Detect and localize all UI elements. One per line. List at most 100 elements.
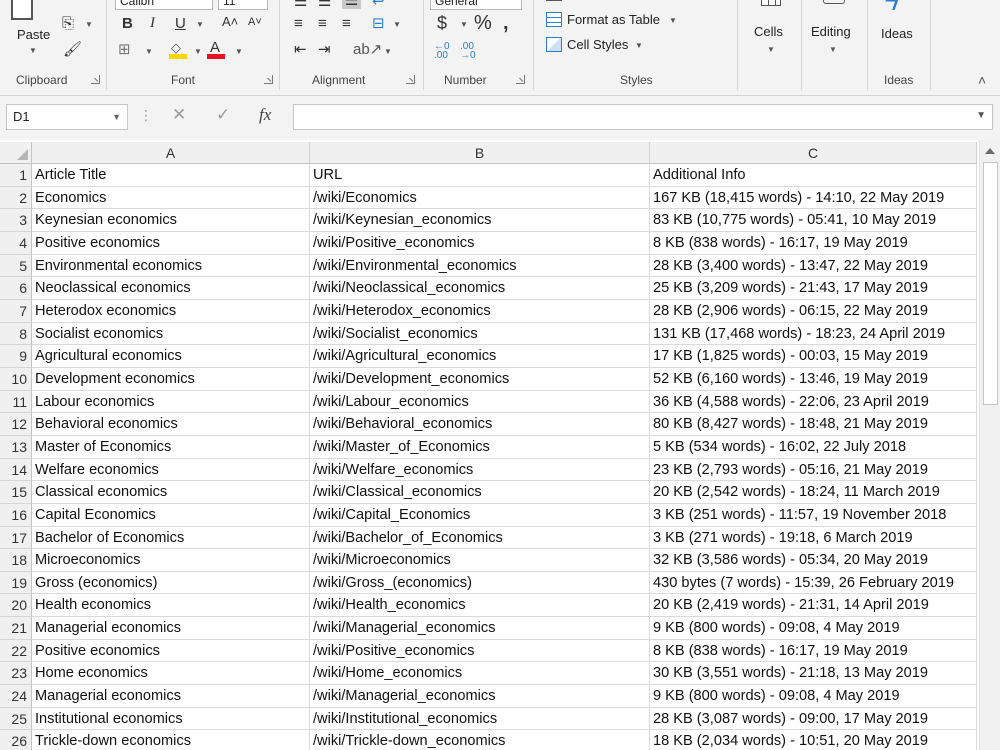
- cell-url[interactable]: /wiki/Managerial_economics: [310, 685, 650, 708]
- row-header[interactable]: 18: [0, 549, 32, 572]
- cell-url[interactable]: URL: [310, 164, 650, 187]
- name-box[interactable]: D1 ▼: [6, 104, 128, 130]
- cell-styles-button[interactable]: Cell Styles ▼: [545, 35, 655, 55]
- cell-url[interactable]: /wiki/Managerial_economics: [310, 617, 650, 640]
- row-header[interactable]: 16: [0, 503, 32, 527]
- cell-additional-info[interactable]: 9 KB (800 words) - 09:08, 4 May 2019: [650, 685, 977, 708]
- cell-url[interactable]: /wiki/Capital_Economics: [310, 503, 650, 527]
- cell-additional-info[interactable]: 30 KB (3,551 words) - 21:18, 13 May 2019: [650, 662, 977, 686]
- cell-additional-info[interactable]: 5 KB (534 words) - 16:02, 22 July 2018: [650, 435, 977, 459]
- ideas-button[interactable]: ϟ Ideas: [873, 0, 925, 64]
- number-format-combo[interactable]: General: [430, 0, 522, 10]
- cell-additional-info[interactable]: 18 KB (2,034 words) - 10:51, 20 May 2019: [650, 730, 977, 750]
- cell-additional-info[interactable]: 9 KB (800 words) - 09:08, 4 May 2019: [650, 617, 977, 640]
- cell-article-title[interactable]: Home economics: [32, 662, 310, 686]
- row-header[interactable]: 25: [0, 707, 32, 731]
- center-icon[interactable]: ≡: [318, 16, 327, 31]
- enter-icon[interactable]: ✓: [216, 105, 230, 125]
- cell-url[interactable]: /wiki/Bachelor_of_Economics: [310, 526, 650, 550]
- column-header-c[interactable]: C: [650, 142, 977, 164]
- bottom-align-icon[interactable]: ☰: [342, 0, 362, 9]
- insert-function-icon[interactable]: fx: [259, 105, 271, 125]
- italic-icon[interactable]: I: [150, 16, 155, 31]
- underline-icon[interactable]: U: [175, 16, 186, 31]
- collapse-ribbon-icon[interactable]: ˄: [978, 72, 986, 88]
- orientation-dropdown-arrow[interactable]: ▼: [384, 47, 392, 56]
- cell-url[interactable]: /wiki/Heterodox_economics: [310, 299, 650, 323]
- increase-decimal-icon[interactable]: ←0.00: [434, 42, 450, 61]
- middle-align-icon[interactable]: ☰: [318, 0, 331, 9]
- cell-url[interactable]: /wiki/Positive_economics: [310, 231, 650, 255]
- cell-additional-info[interactable]: 8 KB (838 words) - 16:17, 19 May 2019: [650, 231, 977, 255]
- cell-url[interactable]: /wiki/Health_economics: [310, 594, 650, 618]
- row-header[interactable]: 6: [0, 277, 32, 300]
- cell-additional-info[interactable]: 23 KB (2,793 words) - 05:16, 21 May 2019: [650, 458, 977, 482]
- row-header[interactable]: 22: [0, 639, 32, 663]
- cell-additional-info[interactable]: Additional Info: [650, 164, 977, 187]
- increase-font-size-icon[interactable]: A˄: [222, 15, 238, 28]
- row-header[interactable]: 19: [0, 571, 32, 595]
- clipboard-dialog-launcher-icon[interactable]: [91, 75, 100, 84]
- percent-style-icon[interactable]: %: [474, 13, 492, 33]
- accounting-format-icon[interactable]: $: [437, 14, 447, 32]
- row-header[interactable]: 2: [0, 186, 32, 210]
- cell-url[interactable]: /wiki/Welfare_economics: [310, 458, 650, 482]
- row-header[interactable]: 26: [0, 730, 32, 750]
- row-header[interactable]: 4: [0, 231, 32, 255]
- row-header[interactable]: 3: [0, 209, 32, 232]
- row-header[interactable]: 10: [0, 367, 32, 391]
- cell-url[interactable]: /wiki/Home_economics: [310, 662, 650, 686]
- cell-article-title[interactable]: Microeconomics: [32, 549, 310, 572]
- cell-url[interactable]: /wiki/Keynesian_economics: [310, 209, 650, 232]
- merge-center-dropdown-arrow[interactable]: ▼: [393, 20, 401, 29]
- cell-additional-info[interactable]: 36 KB (4,588 words) - 22:06, 23 April 20…: [650, 390, 977, 414]
- row-header[interactable]: 11: [0, 390, 32, 414]
- cell-article-title[interactable]: Socialist economics: [32, 322, 310, 346]
- decrease-font-size-icon[interactable]: A˅: [248, 17, 262, 28]
- row-header[interactable]: 15: [0, 481, 32, 504]
- font-color-icon[interactable]: A: [207, 39, 225, 60]
- cancel-icon[interactable]: ✕: [172, 105, 186, 125]
- font-size-combo[interactable]: 11: [218, 0, 268, 10]
- borders-dropdown-arrow[interactable]: ▼: [145, 47, 153, 56]
- cell-additional-info[interactable]: 20 KB (2,542 words) - 18:24, 11 March 20…: [650, 481, 977, 504]
- expand-formula-bar-icon[interactable]: ▼: [976, 110, 986, 121]
- cell-additional-info[interactable]: 3 KB (251 words) - 11:57, 19 November 20…: [650, 503, 977, 527]
- cell-article-title[interactable]: Positive economics: [32, 639, 310, 663]
- borders-icon[interactable]: ⊞: [118, 42, 131, 57]
- cell-additional-info[interactable]: 17 KB (1,825 words) - 00:03, 15 May 2019: [650, 345, 977, 368]
- cell-additional-info[interactable]: 32 KB (3,586 words) - 05:34, 20 May 2019: [650, 549, 977, 572]
- cell-article-title[interactable]: Gross (economics): [32, 571, 310, 595]
- cell-article-title[interactable]: Behavioral economics: [32, 413, 310, 436]
- merge-center-icon[interactable]: ⊟: [372, 16, 385, 31]
- wrap-text-icon[interactable]: ↩: [372, 0, 385, 9]
- scroll-up-icon[interactable]: [985, 148, 995, 154]
- cell-additional-info[interactable]: 83 KB (10,775 words) - 05:41, 10 May 201…: [650, 209, 977, 232]
- cell-url[interactable]: /wiki/Agricultural_economics: [310, 345, 650, 368]
- cell-additional-info[interactable]: 80 KB (8,427 words) - 18:48, 21 May 2019: [650, 413, 977, 436]
- row-header[interactable]: 5: [0, 254, 32, 278]
- format-painter-icon[interactable]: 🖌: [63, 42, 82, 57]
- cell-additional-info[interactable]: 8 KB (838 words) - 16:17, 19 May 2019: [650, 639, 977, 663]
- cell-article-title[interactable]: Managerial economics: [32, 685, 310, 708]
- decrease-indent-icon[interactable]: ⇤: [294, 42, 307, 57]
- cell-article-title[interactable]: Welfare economics: [32, 458, 310, 482]
- cell-article-title[interactable]: Environmental economics: [32, 254, 310, 278]
- cell-article-title[interactable]: Classical economics: [32, 481, 310, 504]
- cell-additional-info[interactable]: 25 KB (3,209 words) - 21:43, 17 May 2019: [650, 277, 977, 300]
- editing-button[interactable]: Editing ▼: [806, 0, 864, 64]
- cell-url[interactable]: /wiki/Institutional_economics: [310, 707, 650, 731]
- paste-button[interactable]: Paste ▼: [8, 0, 58, 60]
- row-header[interactable]: 8: [0, 322, 32, 346]
- column-header-a[interactable]: A: [32, 142, 310, 164]
- cell-additional-info[interactable]: 3 KB (271 words) - 19:18, 6 March 2019: [650, 526, 977, 550]
- alignment-dialog-launcher-icon[interactable]: [406, 75, 415, 84]
- cell-article-title[interactable]: Labour economics: [32, 390, 310, 414]
- number-dialog-launcher-icon[interactable]: [516, 75, 525, 84]
- cell-url[interactable]: /wiki/Environmental_economics: [310, 254, 650, 278]
- fill-color-icon[interactable]: ◇: [169, 40, 187, 60]
- copy-dropdown-arrow[interactable]: ▼: [85, 20, 93, 29]
- cell-article-title[interactable]: Article Title: [32, 164, 310, 187]
- top-align-icon[interactable]: ☰: [294, 0, 307, 9]
- cell-url[interactable]: /wiki/Behavioral_economics: [310, 413, 650, 436]
